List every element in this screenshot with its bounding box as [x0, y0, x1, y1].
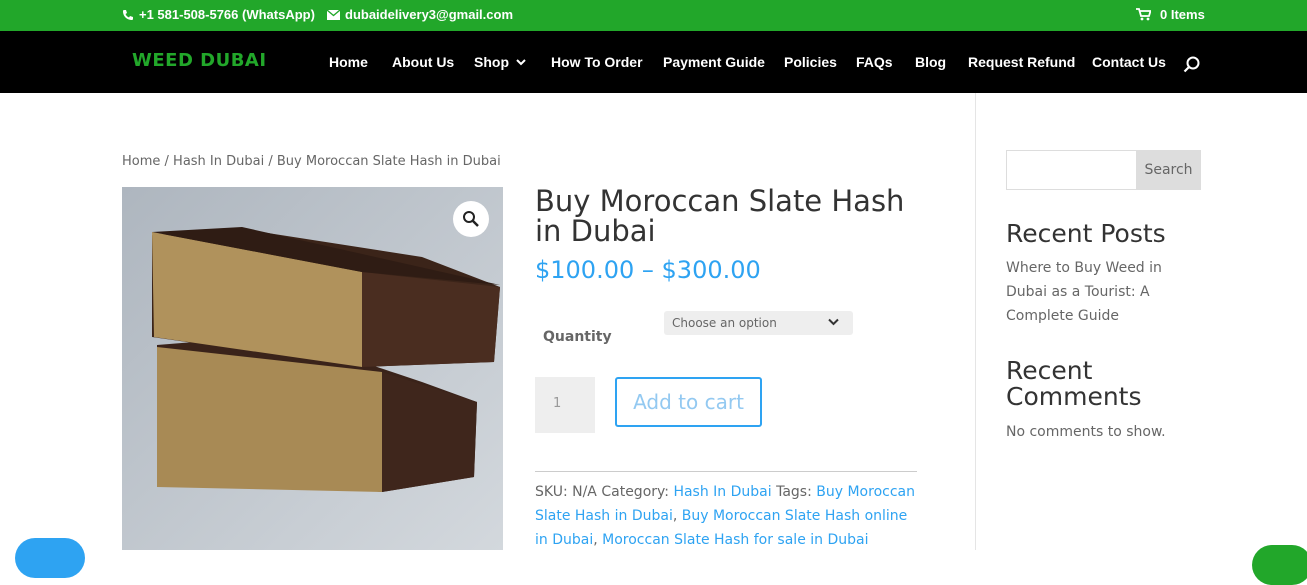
- breadcrumb-home[interactable]: Home: [122, 154, 160, 169]
- envelope-icon: [327, 9, 340, 20]
- cart-icon: [1136, 8, 1151, 21]
- category-label: Category:: [601, 484, 669, 500]
- sidebar-search-input[interactable]: [1006, 150, 1137, 190]
- chevron-down-icon: [516, 59, 526, 66]
- nav-payment-guide[interactable]: Payment Guide: [663, 54, 765, 70]
- chat-widget-button[interactable]: [15, 538, 85, 578]
- cart-count: 0 Items: [1160, 7, 1205, 22]
- content-divider: [975, 93, 976, 550]
- breadcrumb-current: Buy Moroccan Slate Hash in Dubai: [276, 154, 501, 169]
- sku-label: SKU:: [535, 484, 568, 500]
- nav-how-to-order[interactable]: How To Order: [551, 54, 643, 70]
- tag-link[interactable]: Moroccan Slate Hash for sale in Dubai: [602, 532, 868, 548]
- meta-divider: [535, 471, 917, 472]
- breadcrumb: Home / Hash In Dubai / Buy Moroccan Slat…: [122, 154, 501, 169]
- price-separator: –: [641, 256, 654, 284]
- no-comments-text: No comments to show.: [1006, 424, 1166, 440]
- option-select[interactable]: Choose an option: [664, 311, 853, 335]
- main-navigation: WEED DUBAI Home About Us Shop How To Ord…: [0, 31, 1307, 93]
- top-bar: +1 581-508-5766 (WhatsApp) dubaidelivery…: [0, 0, 1307, 31]
- nav-home[interactable]: Home: [329, 54, 368, 70]
- nav-faqs[interactable]: FAQs: [856, 54, 893, 70]
- option-select-value: Choose an option: [672, 316, 777, 330]
- price-high: $300.00: [661, 256, 761, 284]
- nav-shop-label: Shop: [474, 54, 509, 70]
- breadcrumb-category[interactable]: Hash In Dubai: [173, 154, 264, 169]
- nav-shop[interactable]: Shop: [474, 54, 526, 70]
- nav-blog[interactable]: Blog: [915, 54, 946, 70]
- nav-contact-us[interactable]: Contact Us: [1092, 54, 1166, 70]
- nav-policies[interactable]: Policies: [784, 54, 837, 70]
- sidebar-search-button[interactable]: Search: [1136, 150, 1201, 190]
- nav-menu: Home About Us Shop How To Order Payment …: [0, 54, 1307, 74]
- product-title: Buy Moroccan Slate Hash in Dubai: [535, 184, 905, 248]
- search-icon[interactable]: [1183, 56, 1200, 73]
- email-address: dubaidelivery3@gmail.com: [345, 7, 514, 22]
- nav-request-refund[interactable]: Request Refund: [968, 54, 1075, 70]
- product-meta: SKU: N/A Category: Hash In Dubai Tags: B…: [535, 484, 915, 548]
- whatsapp-button[interactable]: [1252, 545, 1307, 585]
- product-image[interactable]: [122, 187, 503, 550]
- recent-comments-title: Recent Comments: [1006, 356, 1142, 411]
- category-link[interactable]: Hash In Dubai: [673, 484, 771, 500]
- email-contact[interactable]: dubaidelivery3@gmail.com: [327, 7, 513, 22]
- quantity-label: Quantity: [543, 329, 612, 345]
- recent-post-link[interactable]: Where to Buy Weed in Dubai as a Tourist:…: [1006, 256, 1206, 328]
- recent-posts-title: Recent Posts: [1006, 219, 1166, 248]
- phone-contact[interactable]: +1 581-508-5766 (WhatsApp): [122, 7, 315, 22]
- price-low: $100.00: [535, 256, 635, 284]
- phone-number: +1 581-508-5766 (WhatsApp): [139, 7, 315, 22]
- quantity-input[interactable]: 1: [535, 377, 595, 433]
- phone-icon: [123, 9, 133, 20]
- cart-link[interactable]: 0 Items: [1136, 7, 1205, 22]
- sku-value: N/A: [572, 484, 597, 500]
- nav-about-us[interactable]: About Us: [392, 54, 454, 70]
- price-range: $100.00 – $300.00: [535, 256, 761, 284]
- hash-slabs-picture: [122, 187, 503, 550]
- add-to-cart-button[interactable]: Add to cart: [615, 377, 762, 427]
- magnifier-icon: [463, 211, 479, 227]
- tags-label: Tags:: [776, 484, 812, 500]
- zoom-button[interactable]: [453, 201, 489, 237]
- chevron-down-icon: [828, 318, 839, 326]
